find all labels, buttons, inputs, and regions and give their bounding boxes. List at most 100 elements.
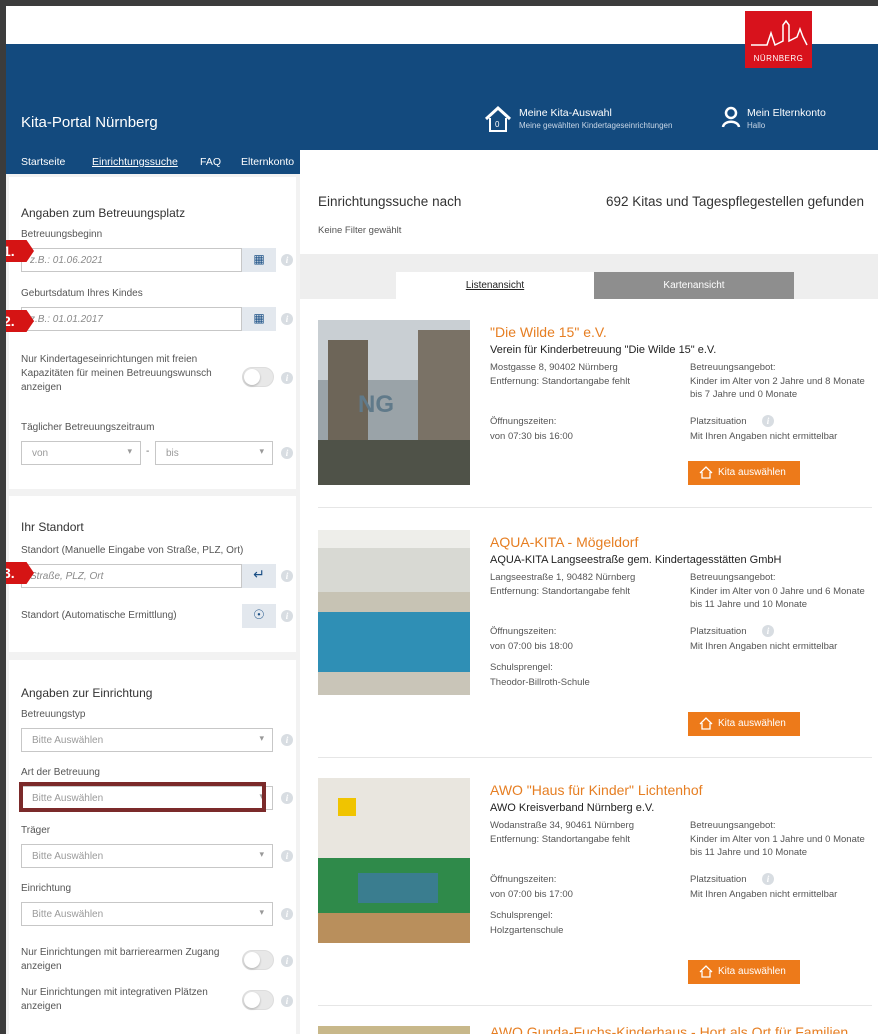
info-icon[interactable]: i: [281, 995, 293, 1007]
kita-care-offer: Kinder im Alter von 0 Jahre und 6 Monate…: [690, 586, 865, 610]
care-type-select[interactable]: Bitte Auswählen ▾: [21, 728, 273, 752]
kita-photo[interactable]: [318, 530, 470, 695]
info-icon[interactable]: i: [762, 625, 774, 637]
time-to-select[interactable]: bis ▾: [155, 441, 273, 465]
kita-place-status: Mit Ihren Angaben nicht ermittelbar: [690, 889, 838, 900]
care-type-label: Betreuungstyp: [21, 709, 86, 720]
photo-placeholder: [318, 778, 470, 943]
kita-selection-title: Meine Kita-Auswahl: [519, 107, 612, 119]
svg-text:NG: NG: [358, 391, 394, 418]
integrative-toggle[interactable]: [242, 990, 274, 1010]
info-icon[interactable]: i: [281, 254, 293, 266]
birth-date-input[interactable]: z.B.: 01.01.2017: [21, 307, 242, 331]
kita-distance: Entfernung: Standortangabe fehlt: [490, 834, 630, 845]
provider-select[interactable]: Bitte Auswählen ▾: [21, 844, 273, 868]
select-kita-button[interactable]: Kita auswählen: [688, 960, 800, 984]
info-icon[interactable]: i: [281, 850, 293, 862]
house-heart-icon: [699, 965, 713, 978]
info-icon[interactable]: i: [762, 415, 774, 427]
info-icon[interactable]: i: [281, 908, 293, 920]
calendar-icon: ▦: [253, 252, 265, 266]
birth-date-calendar-button[interactable]: ▦: [242, 307, 276, 331]
kita-card: AWO "Haus für Kinder" Lichtenhof AWO Kre…: [318, 778, 872, 988]
facility-select[interactable]: Bitte Auswählen ▾: [21, 902, 273, 926]
time-from-value: von: [32, 448, 49, 459]
tab-map-view[interactable]: Kartenansicht: [594, 272, 794, 299]
select-kita-button[interactable]: Kita auswählen: [688, 461, 800, 485]
tab-list-view[interactable]: Listenansicht: [396, 272, 594, 299]
person-icon[interactable]: [721, 106, 741, 128]
kita-address: Wodanstraße 34, 90461 Nürnberg: [490, 820, 634, 831]
no-filter-text: Keine Filter gewählt: [318, 225, 402, 236]
info-icon[interactable]: i: [762, 873, 774, 885]
info-icon[interactable]: i: [281, 955, 293, 967]
info-icon[interactable]: i: [281, 792, 293, 804]
submit-location-button[interactable]: ↵: [242, 564, 276, 588]
kita-name[interactable]: AWO Gunda-Fuchs-Kinderhaus - Hort als Or…: [490, 1024, 848, 1034]
kita-photo[interactable]: [318, 778, 470, 943]
kita-care-offer: Kinder im Alter von 1 Jahre und 0 Monate…: [690, 834, 865, 858]
birth-date-label: Geburtsdatum Ihres Kindes: [21, 288, 143, 299]
info-icon[interactable]: i: [281, 610, 293, 622]
info-icon[interactable]: i: [281, 734, 293, 746]
nuernberg-logo[interactable]: NÜRNBERG: [745, 11, 812, 68]
info-icon[interactable]: i: [281, 313, 293, 325]
chevron-down-icon: ▾: [259, 446, 264, 456]
kita-name[interactable]: "Die Wilde 15" e.V.: [490, 324, 607, 340]
manual-location-label: Standort (Manuelle Eingabe von Straße, P…: [21, 545, 244, 556]
facility-panel: Angaben zur Einrichtung Betreuungstyp Bi…: [9, 660, 296, 1034]
chevron-down-icon: ▾: [127, 446, 132, 456]
result-count: 692 Kitas und Tagespflegestellen gefunde…: [606, 194, 864, 209]
photo-placeholder: [318, 530, 470, 695]
chevron-down-icon: ▾: [259, 849, 264, 859]
kita-place-status: Mit Ihren Angaben nicht ermittelbar: [690, 641, 838, 652]
filter-sidebar: Angaben zum Betreuungsplatz Betreuungsbe…: [6, 174, 300, 1034]
kita-photo[interactable]: NG: [318, 320, 470, 485]
info-icon[interactable]: i: [281, 570, 293, 582]
opening-label: Öffnungszeiten:: [490, 874, 557, 885]
portal-title[interactable]: Kita-Portal Nürnberg: [21, 114, 158, 131]
time-from-select[interactable]: von ▾: [21, 441, 141, 465]
select-kita-button[interactable]: Kita auswählen: [688, 712, 800, 736]
kita-selection-link[interactable]: Meine Kita-Auswahl Meine gewählten Kinde…: [519, 107, 672, 130]
nav-item-elternkonto[interactable]: Elternkonto: [241, 156, 294, 168]
provider-label: Träger: [21, 825, 51, 836]
main-nav: Startseite Einrichtungssuche FAQ Elternk…: [6, 150, 300, 174]
enter-arrow-icon: ↵: [253, 566, 265, 582]
card-divider: [318, 757, 872, 758]
facility-label: Einrichtung: [21, 883, 72, 894]
account-link[interactable]: Mein Elternkonto Hallo: [747, 107, 826, 130]
kita-selection-count: 0: [495, 120, 500, 129]
kita-name[interactable]: AWO "Haus für Kinder" Lichtenhof: [490, 782, 703, 798]
kita-org: AQUA-KITA Langseestraße gem. Kindertages…: [490, 554, 782, 566]
nav-item-faq[interactable]: FAQ: [200, 156, 221, 168]
browser-page: NÜRNBERG Kita-Portal Nürnberg 0 Meine Ki…: [6, 6, 878, 1034]
facility-panel-title: Angaben zur Einrichtung: [21, 686, 153, 700]
results-area: Einrichtungssuche nach 692 Kitas und Tag…: [300, 174, 878, 1034]
start-date-calendar-button[interactable]: ▦: [242, 248, 276, 272]
care-panel: Angaben zum Betreuungsplatz Betreuungsbe…: [9, 177, 296, 489]
care-offer-label: Betreuungsangebot:: [690, 572, 776, 583]
nav-item-einrichtungssuche[interactable]: Einrichtungssuche: [92, 156, 178, 168]
kita-school: Theodor-Billroth-Schule: [490, 677, 590, 688]
barrier-free-toggle[interactable]: [242, 950, 274, 970]
info-icon[interactable]: i: [281, 372, 293, 384]
info-icon[interactable]: i: [281, 447, 293, 459]
start-date-input[interactable]: z.B.: 01.06.2021: [21, 248, 242, 272]
kita-address: Mostgasse 8, 90402 Nürnberg: [490, 362, 618, 373]
manual-location-input[interactable]: Straße, PLZ, Ort: [21, 564, 242, 588]
kita-photo[interactable]: [318, 1026, 470, 1034]
select-kita-label: Kita auswählen: [718, 718, 786, 729]
free-capacity-toggle[interactable]: [242, 367, 274, 387]
kita-name[interactable]: AQUA-KITA - Mögeldorf: [490, 534, 638, 550]
search-title: Einrichtungssuche nach: [318, 194, 462, 209]
care-kind-label: Art der Betreuung: [21, 767, 100, 778]
house-heart-icon: [699, 466, 713, 479]
start-date-label: Betreuungsbeginn: [21, 229, 103, 240]
kita-distance: Entfernung: Standortangabe fehlt: [490, 376, 630, 387]
locate-me-button[interactable]: ☉: [242, 604, 276, 628]
nav-item-startseite[interactable]: Startseite: [21, 156, 65, 168]
care-panel-title: Angaben zum Betreuungsplatz: [21, 206, 186, 220]
card-divider: [318, 1005, 872, 1006]
opening-label: Öffnungszeiten:: [490, 416, 557, 427]
